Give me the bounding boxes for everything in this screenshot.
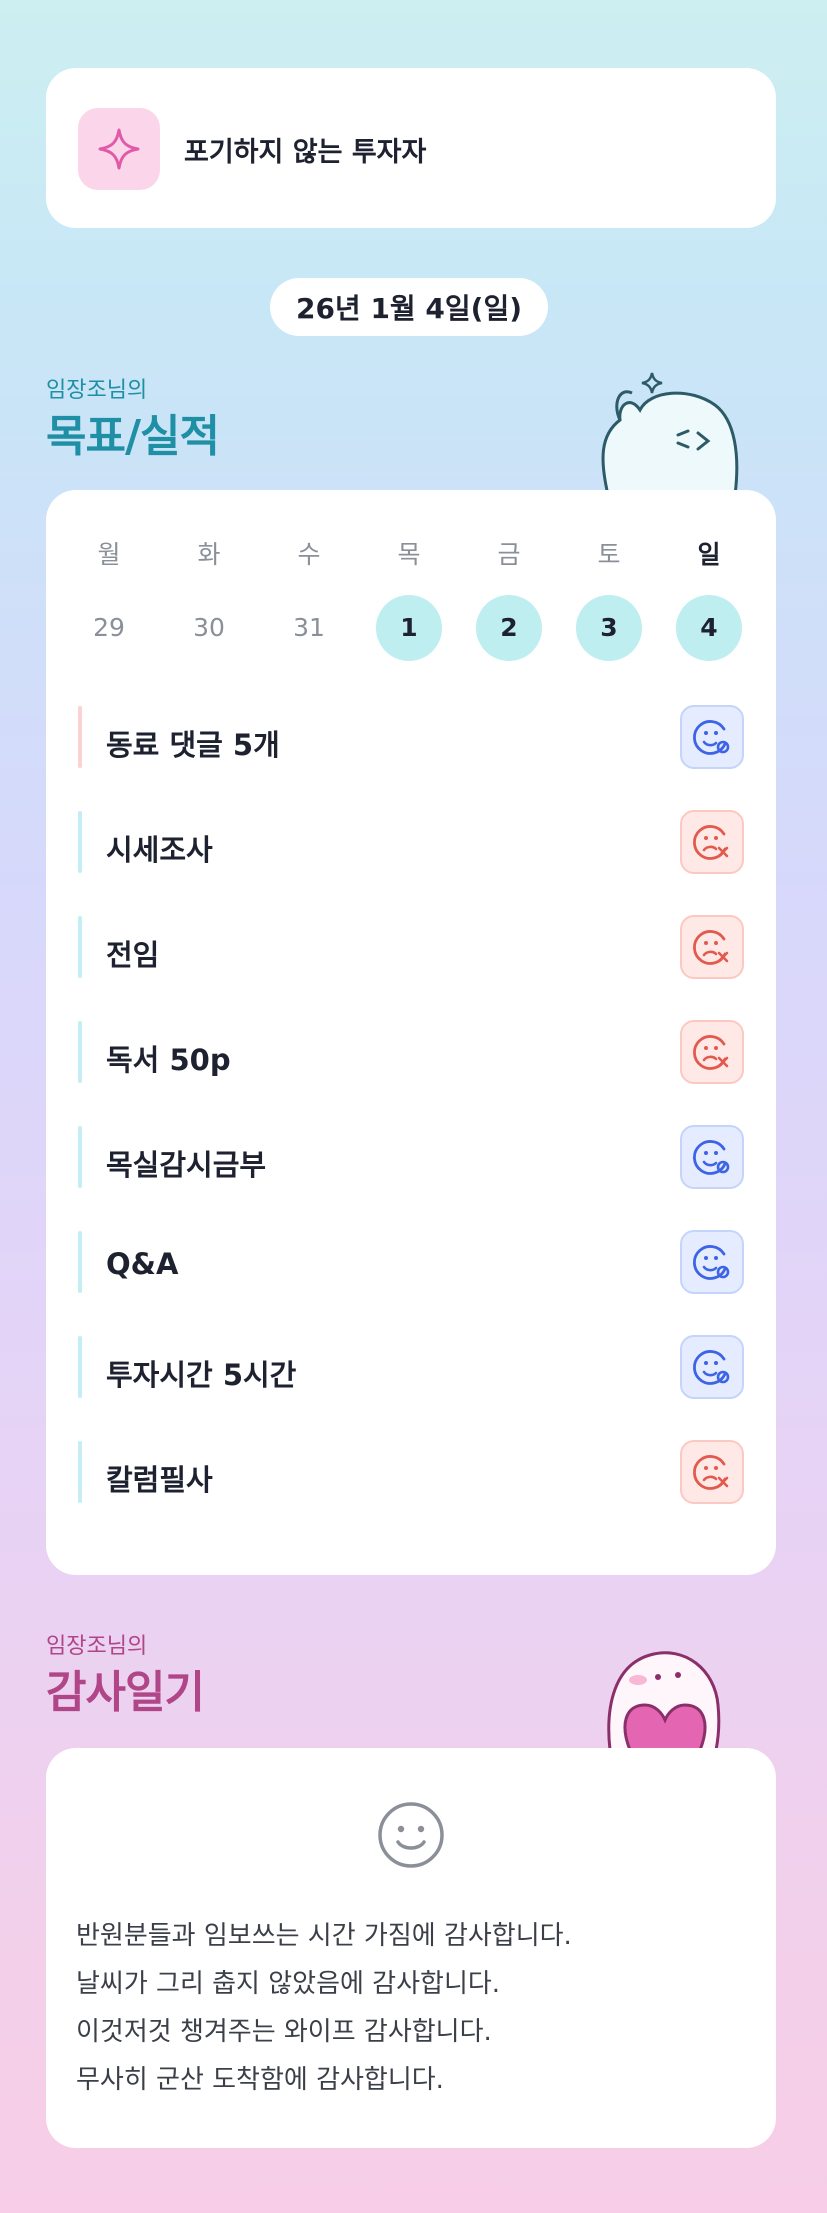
goal-row[interactable]: 칼럼필사: [78, 1437, 744, 1507]
weekday-thu: 목: [397, 540, 421, 569]
weekday-mon: 월: [97, 540, 121, 569]
goal-indicator-bar: [78, 1441, 82, 1503]
mascot-heart-illustration: [590, 1625, 740, 1752]
weekday-tue: 화: [197, 540, 221, 569]
goal-row[interactable]: 시세조사: [78, 807, 744, 877]
goal-row[interactable]: 동료 댓글 5개: [78, 702, 744, 772]
thanks-section-title: 감사일기: [46, 1667, 205, 1718]
goal-label: 동료 댓글 5개: [106, 728, 280, 762]
goals-section-title: 목표/실적: [46, 411, 220, 462]
goal-indicator-bar: [78, 916, 82, 978]
weekday-wed: 수: [297, 540, 321, 569]
goal-done-icon[interactable]: [680, 1125, 744, 1189]
goal-missed-icon[interactable]: [680, 915, 744, 979]
goal-missed-icon[interactable]: [680, 1020, 744, 1084]
date-pill[interactable]: 26년 1월 4일(일): [270, 278, 548, 336]
header-title: 포기하지 않는 투자자: [184, 137, 427, 168]
goal-row[interactable]: 전임: [78, 912, 744, 982]
goal-row[interactable]: 투자시간 5시간: [78, 1332, 744, 1402]
goal-row[interactable]: Q&A: [78, 1227, 744, 1297]
goal-indicator-bar: [78, 1231, 82, 1293]
goal-label: 칼럼필사: [106, 1463, 213, 1497]
weekday-fri: 금: [497, 540, 521, 569]
sparkle-icon: [78, 108, 160, 190]
goal-row[interactable]: 목실감시금부: [78, 1122, 744, 1192]
page: 포기하지 않는 투자자 26년 1월 4일(일) 임장조님의 목표/실적 월 화…: [0, 0, 827, 2213]
goal-indicator-bar: [78, 706, 82, 768]
goal-label: 독서 50p: [106, 1043, 231, 1077]
diary-line: 반원분들과 임보쓰는 시간 가짐에 감사합니다.: [76, 1921, 572, 1951]
goal-indicator-bar: [78, 1021, 82, 1083]
day-2[interactable]: 2: [476, 595, 542, 661]
goal-label: Q&A: [106, 1247, 179, 1281]
day-31[interactable]: 31: [276, 595, 342, 661]
goal-label: 목실감시금부: [106, 1148, 267, 1182]
diary-line: 날씨가 그리 춥지 않았음에 감사합니다.: [76, 1969, 501, 1999]
goal-row[interactable]: 독서 50p: [78, 1017, 744, 1087]
goal-label: 시세조사: [106, 833, 213, 867]
goal-label: 투자시간 5시간: [106, 1358, 297, 1392]
goal-indicator-bar: [78, 811, 82, 873]
diary-line: 이것저것 챙겨주는 와이프 감사합니다.: [76, 2017, 492, 2047]
goal-label: 전임: [106, 938, 160, 972]
day-30[interactable]: 30: [176, 595, 242, 661]
mascot-waving-illustration: [590, 365, 750, 497]
goal-done-icon[interactable]: [680, 1335, 744, 1399]
day-1[interactable]: 1: [376, 595, 442, 661]
goal-indicator-bar: [78, 1126, 82, 1188]
day-29[interactable]: 29: [76, 595, 142, 661]
goal-done-icon[interactable]: [680, 1230, 744, 1294]
weekday-sun: 일: [697, 540, 721, 569]
header-card: 포기하지 않는 투자자: [46, 68, 776, 228]
goal-missed-icon[interactable]: [680, 810, 744, 874]
goal-indicator-bar: [78, 1336, 82, 1398]
day-3[interactable]: 3: [576, 595, 642, 661]
day-4[interactable]: 4: [676, 595, 742, 661]
goal-done-icon[interactable]: [680, 705, 744, 769]
smile-face-icon: [376, 1800, 446, 1870]
goal-missed-icon[interactable]: [680, 1440, 744, 1504]
diary-line: 무사히 군산 도착함에 감사합니다.: [76, 2065, 444, 2095]
weekday-sat: 토: [597, 540, 621, 569]
